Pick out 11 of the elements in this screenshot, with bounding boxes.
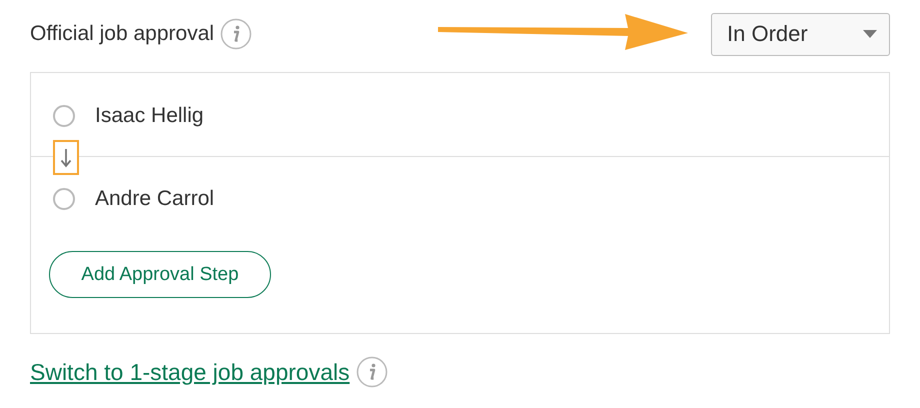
info-icon[interactable] — [356, 356, 388, 388]
add-approval-step-button[interactable]: Add Approval Step — [49, 251, 271, 298]
info-icon[interactable] — [220, 18, 252, 50]
caret-icon — [863, 30, 877, 38]
approver-name: Isaac Hellig — [95, 104, 204, 128]
order-dropdown[interactable]: In Order — [711, 12, 890, 56]
section-title: Official job approval — [30, 22, 214, 46]
radio-button[interactable] — [53, 188, 75, 210]
radio-button[interactable] — [53, 104, 75, 126]
switch-stage-link[interactable]: Switch to 1-stage job approvals — [30, 358, 350, 386]
approver-name: Andre Carrol — [95, 187, 214, 211]
